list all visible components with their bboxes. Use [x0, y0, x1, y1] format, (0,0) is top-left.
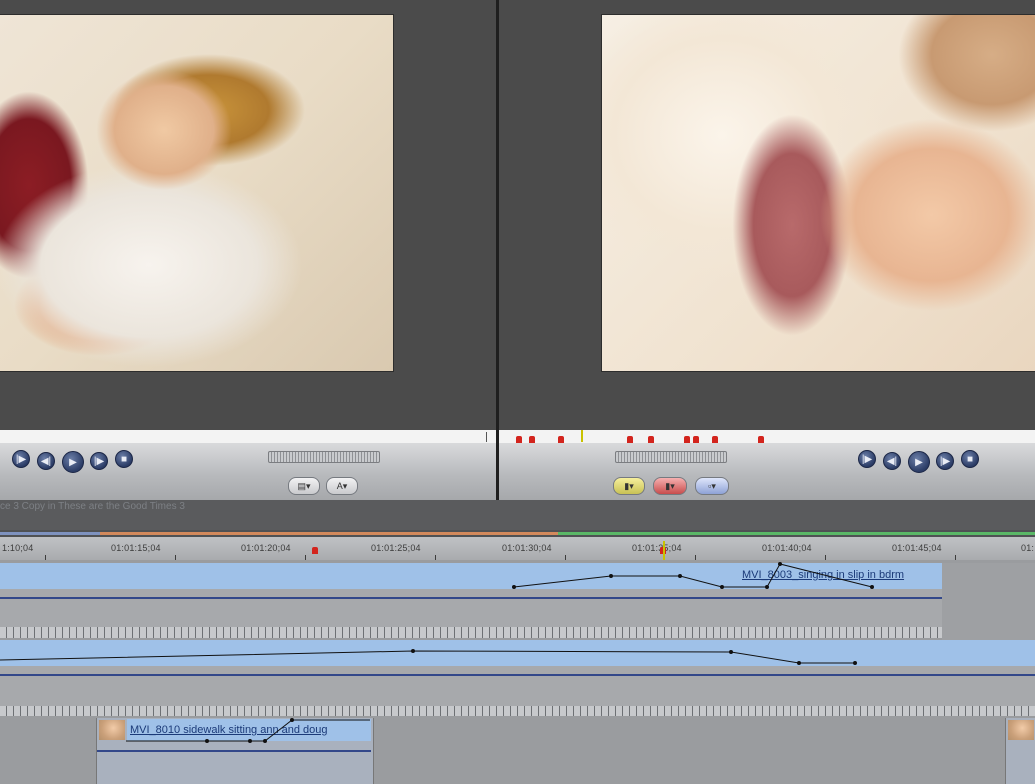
- opacity-keyframe-line: [0, 650, 855, 664]
- keyframe-overlay: [0, 562, 874, 743]
- generators-button[interactable]: A▾: [326, 477, 358, 495]
- insert-edit-button[interactable]: ▮▾: [613, 477, 645, 495]
- opacity-keyframe-line: [126, 719, 370, 742]
- marker[interactable]: [529, 436, 535, 443]
- keyframe-point: [290, 718, 294, 722]
- timecode-label: 01:01:45;04: [892, 543, 942, 553]
- canvas-jog-shuttle[interactable]: [615, 451, 727, 463]
- keyframe-point: [609, 574, 613, 578]
- recent-clips-button[interactable]: ▤▾: [288, 477, 320, 495]
- timeline-playhead[interactable]: [663, 541, 665, 560]
- timecode-label: 01:01:20;04: [241, 543, 291, 553]
- render-bar-orange: [100, 532, 558, 535]
- keyframe-point: [411, 649, 415, 653]
- opacity-keyframe-line: [513, 563, 873, 588]
- replace-edit-button[interactable]: ▫▾: [695, 477, 729, 495]
- timecode-label: 01:01:35;04: [632, 543, 682, 553]
- timecode-label: 01:01:25;04: [371, 543, 421, 553]
- keyframe-point: [853, 661, 857, 665]
- viewer-panel: [0, 0, 497, 430]
- timecode-label: 01:01:30;04: [502, 543, 552, 553]
- timecode-label: 1:10;04: [2, 543, 34, 553]
- play-around-icon[interactable]: ■: [115, 450, 133, 468]
- marker[interactable]: [758, 436, 764, 443]
- previous-edit-icon[interactable]: ◀|: [883, 452, 901, 470]
- play-in-to-out-icon[interactable]: |▶: [12, 450, 30, 468]
- keyframe-point: [870, 585, 874, 589]
- marker[interactable]: [627, 436, 633, 443]
- timeline-ruler[interactable]: 1:10;04 01:01:15;04 01:01:20;04 01:01:25…: [0, 537, 1035, 561]
- canvas-playhead[interactable]: [581, 430, 583, 442]
- keyframe-point: [205, 739, 209, 743]
- marker[interactable]: [693, 436, 699, 443]
- keyframe-point: [263, 739, 267, 743]
- keyframe-point: [512, 585, 516, 589]
- keyframe-point: [248, 739, 252, 743]
- marker[interactable]: [516, 436, 522, 443]
- marker[interactable]: [648, 436, 654, 443]
- viewer-playhead[interactable]: [486, 432, 487, 442]
- panel-divider: [496, 0, 499, 500]
- viewer-scrubber[interactable]: [0, 430, 496, 444]
- render-bar-green: [558, 532, 1035, 535]
- play-around-icon[interactable]: ■: [961, 450, 979, 468]
- timeline-tracks: MVI_8003_singing in slip in bdrm MVI_801…: [0, 560, 1035, 784]
- keyframe-point: [765, 585, 769, 589]
- play-icon[interactable]: ▶: [908, 451, 930, 473]
- marker[interactable]: [684, 436, 690, 443]
- render-status-bar: [0, 530, 1035, 537]
- canvas-panel: [499, 0, 1035, 430]
- keyframe-point: [678, 574, 682, 578]
- viewer-transport: |▶ ◀| ▶ |▶ ■ ▤▾ A▾: [0, 443, 496, 500]
- keyframe-point: [729, 650, 733, 654]
- next-edit-icon[interactable]: |▶: [90, 452, 108, 470]
- play-icon[interactable]: ▶: [62, 451, 84, 473]
- sequence-tab-bar: ce 3 Copy in These are the Good Times 3: [0, 500, 1035, 530]
- keyframe-point: [720, 585, 724, 589]
- canvas-frame-image[interactable]: [601, 14, 1035, 372]
- render-bar-blue: [0, 532, 100, 535]
- canvas-transport: |▶ ◀| ▶ |▶ ■ ▮▾ ▮▾ ▫▾: [499, 443, 1035, 500]
- viewer-jog-shuttle[interactable]: [268, 451, 380, 463]
- keyframe-point: [797, 661, 801, 665]
- timecode-label: 01:01:40;04: [762, 543, 812, 553]
- next-edit-icon[interactable]: |▶: [936, 452, 954, 470]
- keyframe-point: [778, 562, 782, 566]
- timeline-marker[interactable]: [312, 547, 318, 554]
- marker[interactable]: [558, 436, 564, 443]
- timecode-label: 01:01:15;04: [111, 543, 161, 553]
- overwrite-edit-button[interactable]: ▮▾: [653, 477, 687, 495]
- viewer-frame-image[interactable]: [0, 14, 394, 372]
- timecode-label: 01:: [1021, 543, 1035, 553]
- canvas-scrubber[interactable]: [499, 430, 1035, 444]
- play-in-to-out-icon[interactable]: |▶: [858, 450, 876, 468]
- previous-edit-icon[interactable]: ◀|: [37, 452, 55, 470]
- sequence-tab[interactable]: ce 3 Copy in These are the Good Times 3: [0, 500, 185, 514]
- marker[interactable]: [712, 436, 718, 443]
